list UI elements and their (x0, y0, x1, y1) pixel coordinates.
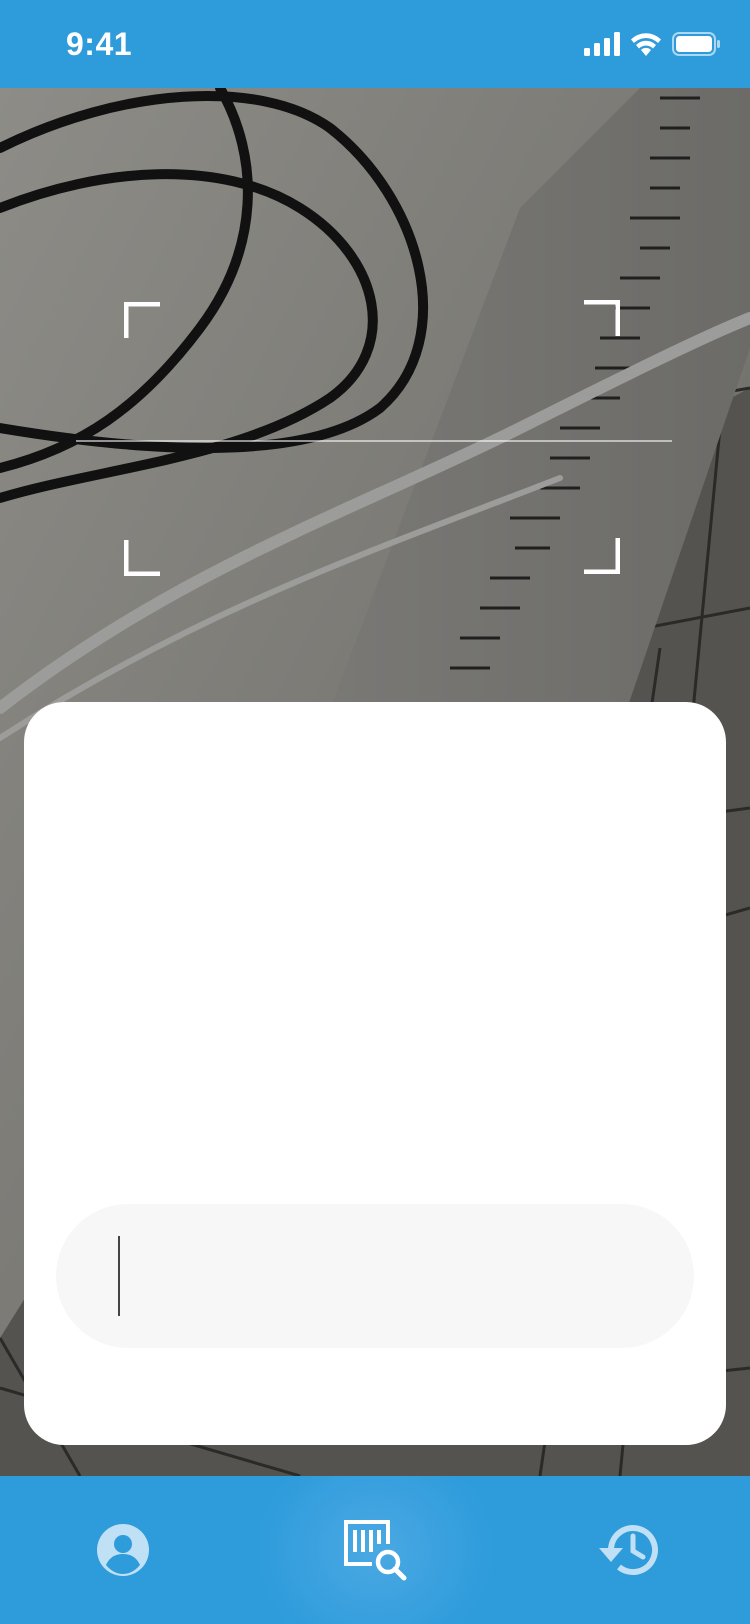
barcode-input[interactable] (112, 1204, 656, 1350)
barcode-input-container[interactable] (56, 1204, 694, 1350)
scan-corner-top-right-icon (584, 300, 620, 336)
scan-corner-bottom-left-icon (124, 540, 160, 576)
signal-icon (584, 32, 620, 61)
wifi-icon (630, 32, 662, 61)
tab-scan[interactable] (300, 1476, 450, 1624)
status-bar: 9:41 (0, 0, 750, 88)
status-time: 9:41 (66, 26, 133, 62)
tab-history[interactable] (554, 1476, 704, 1624)
history-icon (599, 1525, 658, 1576)
barcode-search-icon (344, 1520, 407, 1581)
scan-corner-bottom-right-icon (584, 538, 620, 574)
status-icons (584, 32, 720, 61)
battery-icon (672, 32, 720, 61)
result-card (24, 702, 726, 1445)
scan-line (76, 440, 672, 442)
scan-corner-top-left-icon (124, 302, 160, 338)
tab-profile[interactable] (48, 1476, 198, 1624)
tab-bar (0, 1476, 750, 1624)
profile-icon (97, 1524, 149, 1576)
